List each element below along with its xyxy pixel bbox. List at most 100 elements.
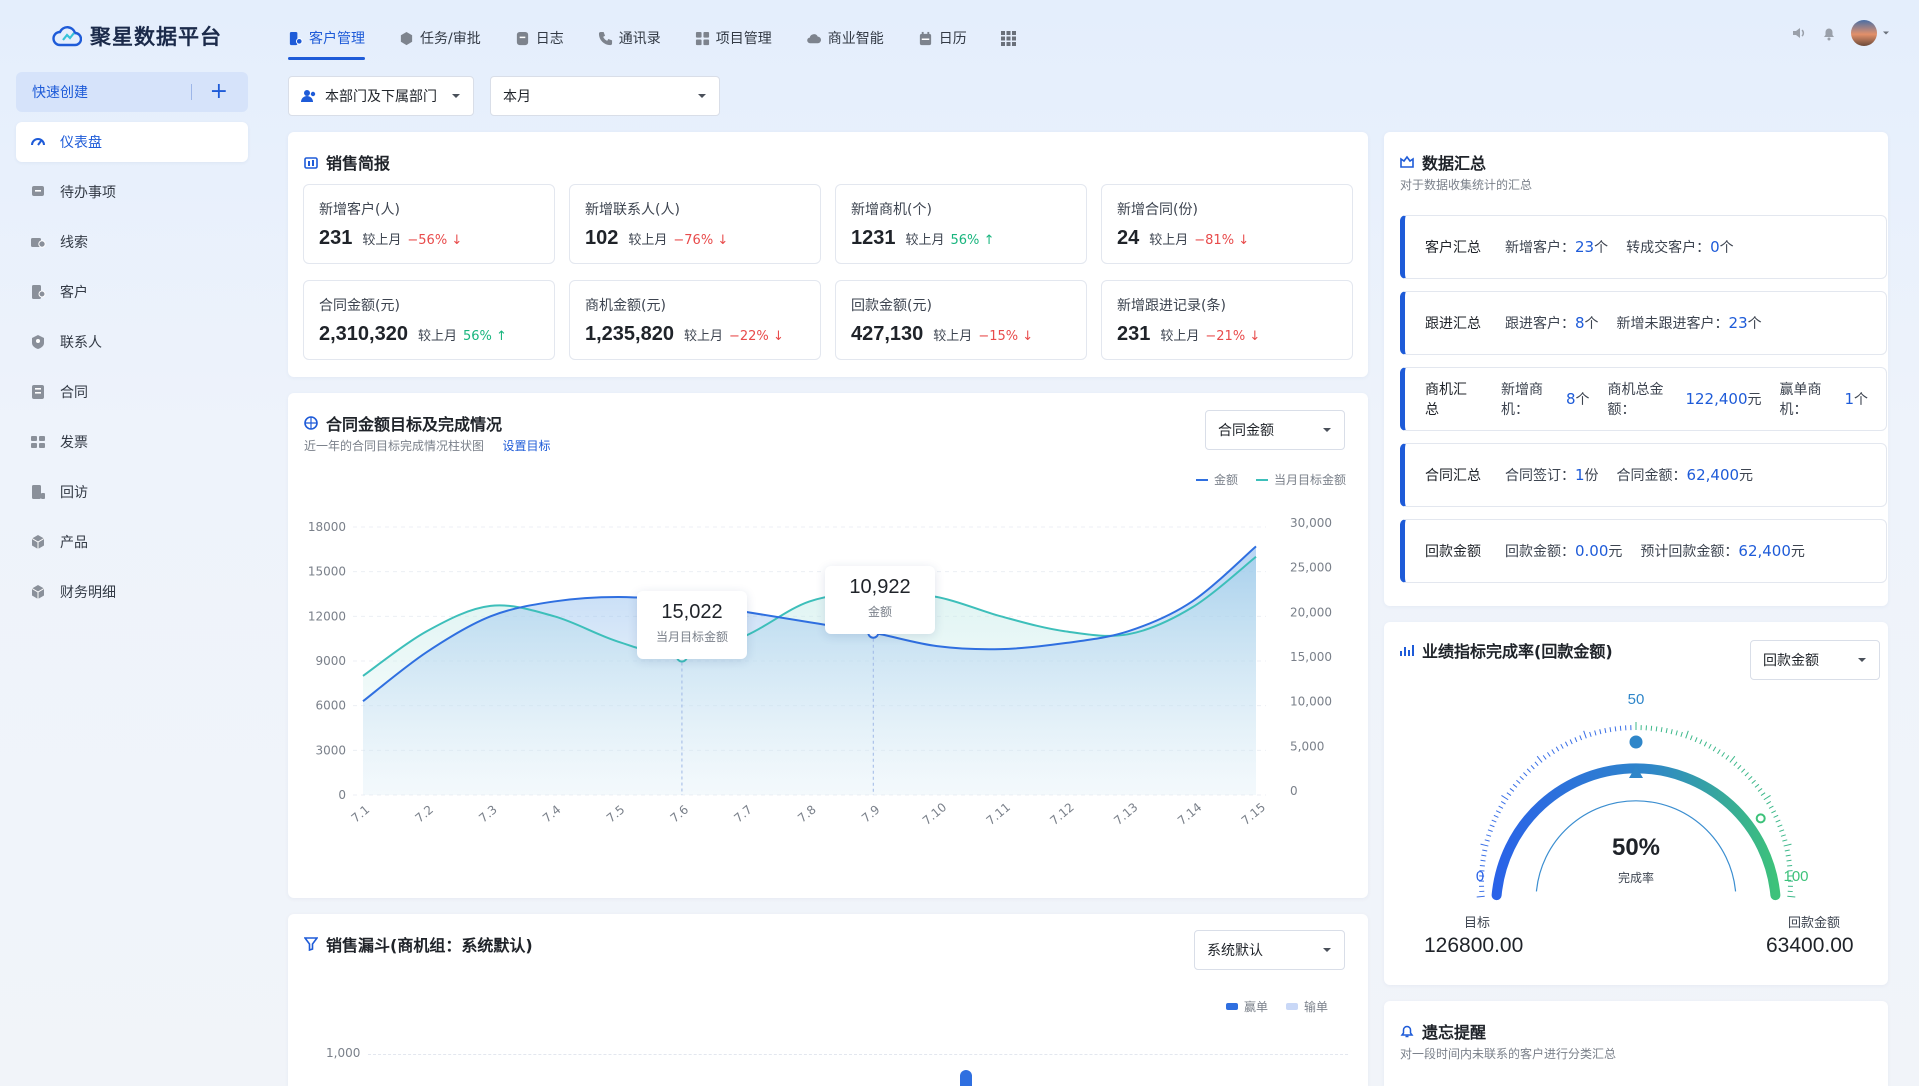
apps-grid-button[interactable] (1000, 18, 1033, 58)
stat-card[interactable]: 回款金额(元) 427,130 较上月 −15% ↓ (835, 280, 1087, 360)
sidebar-item-finance[interactable]: 财务明细 (16, 572, 248, 612)
chart-tooltip-amount: 10,922 金额 (825, 566, 935, 634)
gauge-tick (1534, 761, 1539, 766)
stat-compare-label: 较上月 (1149, 233, 1189, 248)
tab-tasks[interactable]: 任务/审批 (399, 18, 498, 58)
gauge-tick (1680, 731, 1683, 737)
sidebar-item-todo[interactable]: 待办事项 (16, 172, 248, 212)
legend-label: 赢单 (1243, 1000, 1268, 1014)
stat-card[interactable]: 商机金额(元) 1,235,820 较上月 −22% ↓ (569, 280, 821, 360)
gauge-tick (1614, 726, 1617, 732)
gauge-tick (1501, 795, 1509, 801)
sales-funnel-header: 销售漏斗(商机组：系统默认) (304, 932, 533, 956)
tab-business-intelligence[interactable]: 商业智能 (806, 18, 901, 58)
y-tick-label-right: 30,000 (1290, 516, 1332, 530)
sidebar-item-label: 回访 (60, 485, 88, 501)
tab-contacts[interactable]: 通讯录 (598, 18, 678, 58)
x-tick-label: 7.5 (604, 802, 628, 825)
summary-row[interactable]: 客户汇总 新增客户： 23 个转成交客户： 0 个 (1400, 215, 1887, 279)
stat-value: 231 (319, 227, 353, 249)
sidebar-item-label: 客户 (60, 285, 88, 301)
user-menu[interactable] (1851, 20, 1891, 46)
arrow-up-icon: ↑ (983, 233, 995, 248)
stat-card[interactable]: 新增联系人(人) 102 较上月 −76% ↓ (569, 184, 821, 264)
sidebar-item-leads[interactable]: 线索 (16, 222, 248, 262)
bell-icon[interactable] (1821, 25, 1837, 41)
tab-logs[interactable]: 日志 (515, 18, 581, 58)
plus-icon[interactable]: + (210, 81, 228, 103)
quick-create-button[interactable]: 快速创建 + (16, 72, 248, 112)
summary-row[interactable]: 跟进汇总 跟进客户： 8 个新增未跟进客户： 23 个 (1400, 291, 1887, 355)
funnel-bar[interactable] (960, 1070, 972, 1086)
y-tick-label-left: 18000 (308, 520, 346, 534)
funnel-group-select[interactable]: 系统默认 (1194, 930, 1345, 970)
sidebar-item-label: 联系人 (60, 335, 102, 351)
stat-card[interactable]: 新增合同(份) 24 较上月 −81% ↓ (1101, 184, 1353, 264)
stat-compare-label: 较上月 (933, 329, 973, 344)
stat-card[interactable]: 新增商机(个) 1231 较上月 56% ↑ (835, 184, 1087, 264)
gauge-rate-label: 完成率 (1617, 871, 1654, 885)
gauge-tick (1560, 743, 1564, 749)
sidebar-item-revisit[interactable]: 回访 (16, 472, 248, 512)
speaker-icon[interactable] (1791, 25, 1807, 41)
reminder-header: 遗忘提醒 (1400, 1019, 1486, 1043)
gauge-tick (1771, 810, 1777, 814)
gauge-tick (1555, 746, 1560, 752)
gauge-tick (1495, 810, 1501, 814)
tooltip-value: 10,922 (849, 576, 911, 598)
sidebar-item-invoices[interactable]: 发票 (16, 422, 248, 462)
summary-unit: 个 (1575, 392, 1590, 408)
period-select[interactable]: 本月 (490, 76, 720, 116)
gauge-tick (1569, 739, 1573, 745)
sidebar-item-products[interactable]: 产品 (16, 522, 248, 562)
summary-row[interactable]: 回款金额 回款金额： 0.00 元预计回款金额： 62,400 元 (1400, 519, 1887, 583)
funnel-group-value: 系统默认 (1207, 943, 1263, 959)
brand-logo[interactable]: 聚星数据平台 (52, 18, 222, 54)
stat-label: 新增合同(份) (1117, 202, 1198, 218)
tab-projects[interactable]: 项目管理 (695, 18, 789, 58)
summary-key: 新增商机： (1500, 382, 1543, 418)
legend-item-lose[interactable]: 输单 (1285, 998, 1328, 1015)
calendar-icon (919, 31, 931, 45)
gauge-tick (1754, 783, 1760, 788)
tab-calendar[interactable]: 日历 (918, 18, 984, 58)
gauge-tick (1512, 783, 1518, 788)
gauge-tick (1583, 730, 1587, 739)
summary-row[interactable]: 商机汇总 新增商机： 8 个商机总金额： 122,400 元赢单商机： 1 个 (1400, 367, 1887, 431)
avatar[interactable] (1851, 20, 1877, 46)
summary-value: 1 (1844, 390, 1854, 408)
tab-label: 商业智能 (827, 31, 884, 47)
sidebar-item-dashboard[interactable]: 仪表盘 (16, 122, 248, 162)
summary-key: 新增未跟进客户： (1616, 316, 1729, 332)
y-tick-label-left: 9000 (315, 654, 346, 668)
legend-item-win[interactable]: 赢单 (1225, 998, 1268, 1015)
sidebar-item-contracts[interactable]: 合同 (16, 372, 248, 412)
chevron-down-icon (1883, 31, 1889, 35)
department-select-value: 本部门及下属部门 (325, 89, 437, 105)
stat-card[interactable]: 新增客户(人) 231 较上月 −56% ↓ (303, 184, 555, 264)
gauge-tick (1665, 728, 1668, 734)
data-summary-header: 数据汇总 (1400, 150, 1486, 174)
x-tick-label: 7.12 (1047, 800, 1076, 828)
sidebar-item-contacts[interactable]: 联系人 (16, 322, 248, 362)
summary-unit: 元 (1790, 544, 1805, 560)
stat-label: 新增跟进记录(条) (1117, 298, 1226, 314)
department-select[interactable]: 本部门及下属部门 (288, 76, 474, 116)
gauge-tick (1729, 755, 1736, 763)
stat-card[interactable]: 新增跟进记录(条) 231 较上月 −21% ↓ (1101, 280, 1353, 360)
x-tick-label: 7.6 (668, 802, 692, 825)
stat-card[interactable]: 合同金额(元) 2,310,320 较上月 56% ↑ (303, 280, 555, 360)
tab-customer-management[interactable]: 客户管理 (288, 18, 382, 60)
summary-value: 122,400 (1685, 390, 1748, 408)
sales-funnel-card: 销售漏斗(商机组：系统默认) 系统默认 赢单 输单 1,000 (288, 914, 1368, 1086)
gauge-knob[interactable] (1626, 732, 1646, 752)
y-tick-label-left: 6000 (315, 699, 346, 713)
stat-change: −21% ↓ (1205, 329, 1260, 344)
sidebar-item-customers[interactable]: 客户 (16, 272, 248, 312)
performance-gauge-card: 业绩指标完成率(回款金额) 回款金额 50 0 100 50% 完成率 目标 126… (1384, 622, 1888, 985)
project-icon (695, 31, 709, 45)
y-tick-label-right: 15,000 (1290, 650, 1332, 664)
y-tick-label-left: 0 (338, 788, 346, 802)
summary-row[interactable]: 合同汇总 合同签订： 1 份 合同金额： 62,400 元 (1400, 443, 1887, 507)
gauge-tick (1609, 727, 1612, 733)
